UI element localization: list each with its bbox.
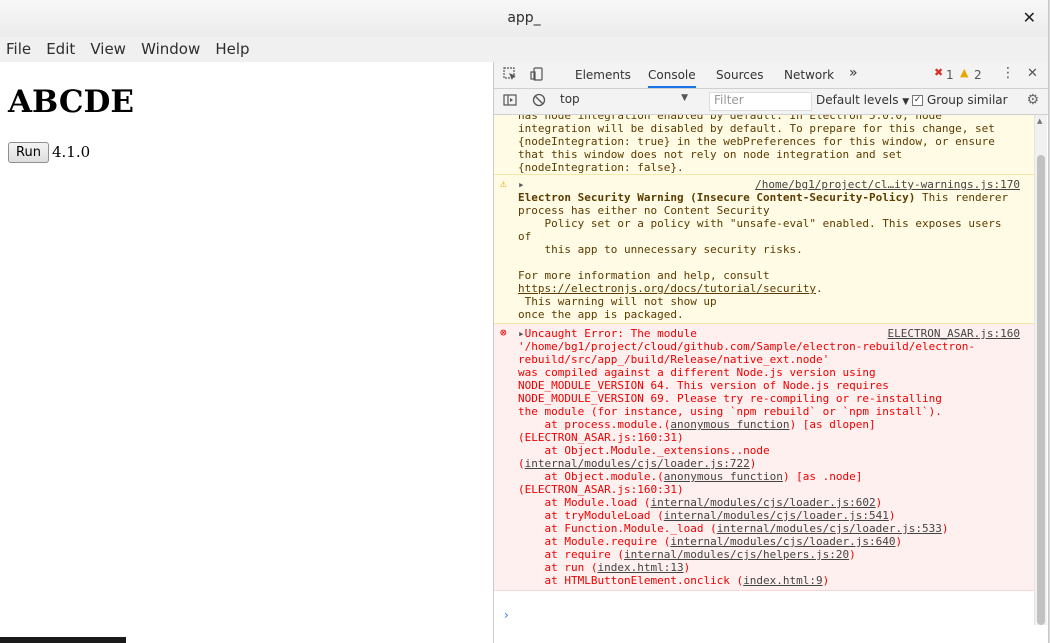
page-content: ABCDE Run 4.1.0	[0, 62, 493, 643]
inspect-element-icon[interactable]	[503, 67, 517, 84]
chevron-down-icon: ▼	[681, 93, 688, 103]
prompt-chevron-icon: ›	[504, 608, 509, 622]
group-similar-label: Group similar	[927, 93, 1008, 107]
stack-frame: at require (internal/modules/cjs/helpers…	[544, 548, 856, 561]
stack-frame: at Object.Module._extensions..node (inte…	[518, 444, 770, 470]
console-filter-bar: top ▼ Filter Default levels ▼ ✓ Group sim…	[494, 89, 1048, 115]
more-tabs-icon[interactable]: »	[849, 65, 858, 81]
group-similar-checkbox[interactable]: ✓ Group similar	[912, 93, 1008, 107]
stack-frame: at Function.Module._load (internal/modul…	[544, 522, 949, 535]
app-window: app_ ✕ File Edit View Window Help ABCDE …	[0, 0, 1049, 643]
stack-frame-link[interactable]: anonymous function	[670, 418, 789, 431]
warning-count-icon[interactable]: ▲	[960, 66, 968, 79]
menu-view[interactable]: View	[84, 37, 126, 58]
tab-network[interactable]: Network	[784, 68, 834, 82]
stack-frame: at Module.require (internal/modules/cjs/…	[544, 535, 903, 548]
chevron-down-icon: ▼	[902, 97, 910, 107]
context-select[interactable]: top ▼	[560, 92, 694, 109]
levels-dropdown[interactable]: Default levels ▼	[816, 93, 909, 107]
sidebar-toggle-icon[interactable]	[503, 93, 517, 110]
menu-file[interactable]: File	[0, 37, 31, 58]
error-stack: at process.module.(anonymous function) […	[518, 418, 948, 587]
stack-frame: at process.module.(anonymous function) […	[518, 418, 876, 444]
close-devtools-icon[interactable]: ✕	[1027, 66, 1038, 81]
expand-triangle-icon[interactable]: ▸	[518, 178, 525, 191]
stack-frame: at run (index.html:13)	[544, 561, 691, 574]
stack-frame: at HTMLButtonElement.onclick (index.html…	[544, 574, 830, 587]
clear-console-icon[interactable]	[532, 93, 546, 110]
menu-edit[interactable]: Edit	[40, 37, 75, 58]
error-body: '/home/bg1/project/cloud/github.com/Samp…	[518, 340, 975, 418]
error-count[interactable]: 1	[946, 68, 954, 82]
warning-title: Electron Security Warning (Insecure Cont…	[518, 191, 916, 204]
warning-icon: ⚠	[500, 177, 507, 190]
stack-frame-link[interactable]: anonymous function	[664, 470, 783, 483]
stack-frame-link[interactable]: index.html:9	[743, 574, 822, 587]
scrollbar-thumb[interactable]	[1037, 155, 1045, 625]
kebab-menu-icon[interactable]: ⋮	[1001, 65, 1015, 81]
console-warning: has node integration enabled by default.…	[494, 115, 1034, 175]
menu-bar: File Edit View Window Help	[0, 37, 1048, 63]
devtools-panel: Elements Console Sources Network » ✖ 1 ▲…	[493, 62, 1048, 643]
gear-icon[interactable]: ⚙	[1026, 92, 1039, 108]
devtools-tabbar: Elements Console Sources Network » ✖ 1 ▲…	[494, 62, 1048, 89]
stack-frame-link[interactable]: internal/modules/cjs/loader.js:602	[650, 496, 875, 509]
page-heading: ABCDE	[8, 84, 135, 120]
stack-frame-link[interactable]: internal/modules/cjs/loader.js:640	[670, 535, 895, 548]
tab-elements[interactable]: Elements	[575, 68, 631, 82]
error-count-icon[interactable]: ✖	[934, 66, 943, 79]
scroll-up-icon[interactable]: ▲	[1037, 117, 1042, 125]
checkbox-icon: ✓	[912, 95, 923, 106]
console-scrollbar[interactable]: ▲	[1034, 115, 1047, 625]
context-value: top	[560, 92, 580, 106]
window-title: app_	[507, 10, 541, 26]
console-prompt[interactable]: ›	[494, 606, 1034, 634]
console-warning: ⚠ ▸ /home/bg1/project/cl…ity-warnings.js:1…	[494, 175, 1034, 324]
security-doc-link[interactable]: https://electronjs.org/docs/tutorial/sec…	[518, 282, 816, 295]
run-button[interactable]: Run	[8, 142, 49, 163]
stack-frame-link[interactable]: internal/modules/cjs/loader.js:541	[664, 509, 889, 522]
warning-source-link[interactable]: /home/bg1/project/cl…ity-warnings.js:170	[755, 178, 1020, 191]
warning-text: has node integration enabled by default.…	[518, 115, 995, 174]
error-icon: ⊗	[500, 326, 507, 339]
error-source-link[interactable]: ELECTRON_ASAR.js:160	[888, 327, 1020, 340]
tab-console[interactable]: Console	[648, 68, 696, 88]
filter-input[interactable]: Filter	[709, 92, 812, 111]
console-output: has node integration enabled by default.…	[494, 115, 1034, 641]
stack-frame: at Module.load (internal/modules/cjs/loa…	[544, 496, 883, 509]
stack-frame-link[interactable]: internal/modules/cjs/loader.js:722	[525, 457, 750, 470]
close-icon[interactable]: ✕	[1023, 8, 1036, 27]
tab-sources[interactable]: Sources	[716, 68, 763, 82]
error-head: Uncaught Error: The module	[524, 327, 697, 340]
version-text: 4.1.0	[52, 143, 91, 161]
device-toolbar-icon[interactable]	[530, 67, 544, 84]
warning-text: This renderer process has either no Cont…	[518, 191, 1009, 282]
stack-frame-link[interactable]: internal/modules/cjs/loader.js:533	[717, 522, 942, 535]
expand-triangle-icon[interactable]: ▸	[518, 327, 525, 340]
stack-frame: at tryModuleLoad (internal/modules/cjs/l…	[544, 509, 896, 522]
stack-frame-link[interactable]: index.html:13	[597, 561, 683, 574]
menu-help[interactable]: Help	[209, 37, 249, 58]
console-error: ⊗ ▸ ELECTRON_ASAR.js:160 Uncaught Error: Th…	[494, 324, 1034, 591]
title-bar[interactable]: app_ ✕	[0, 0, 1048, 38]
taskbar	[0, 637, 126, 643]
stack-frame: at Object.module.(anonymous function) [a…	[518, 470, 863, 496]
menu-window[interactable]: Window	[135, 37, 200, 58]
levels-label: Default levels	[816, 93, 899, 107]
stack-frame-link[interactable]: internal/modules/cjs/helpers.js:20	[624, 548, 849, 561]
warning-count[interactable]: 2	[974, 68, 982, 82]
